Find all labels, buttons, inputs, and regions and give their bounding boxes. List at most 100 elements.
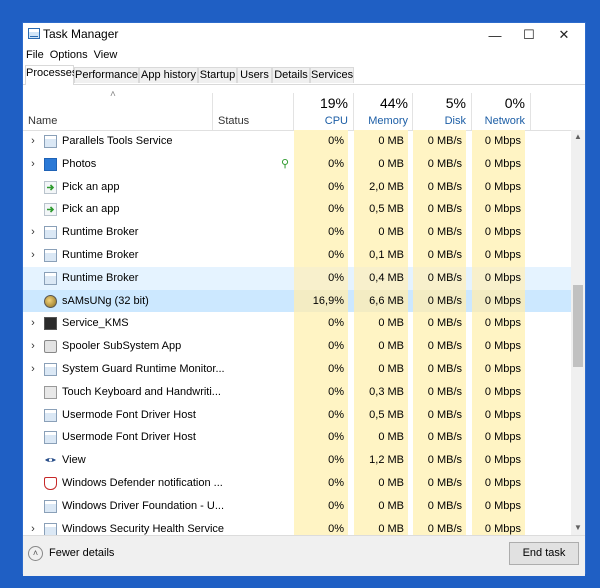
memory-value: 0 MB [378,157,404,170]
process-row[interactable]: sAMsUNg (32 bit) 16,9% 6,6 MB 0 MB/s 0 Mbps [23,289,571,313]
window-title: Task Manager [43,27,119,41]
tab-startup[interactable]: Startup [198,67,237,83]
process-row[interactable]: Touch Keyboard and Handwriti... 0% 0,3 MB 0… [23,380,571,404]
network-value: 0 Mbps [484,249,521,261]
network-value: 0 Mbps [484,522,521,535]
expand-chevron-icon[interactable]: › [29,358,37,381]
process-row[interactable]: Pick an app 0% 0,5 MB 0 MB/s 0 Mbps [23,198,571,222]
scroll-down-icon[interactable]: ▼ [571,521,585,535]
console-icon [44,317,57,331]
memory-value: 0 MB [378,477,404,489]
tab-services[interactable]: Services [310,67,354,83]
suspended-leaf-icon: ⚲ [281,157,290,170]
process-row[interactable]: Windows Driver Foundation - U... 0% 0 MB 0 … [23,494,571,518]
expand-chevron-icon[interactable]: › [29,130,37,153]
column-divider [530,93,531,130]
sort-caret-icon: ˄ [110,89,116,100]
menu-options[interactable]: Options [47,47,91,65]
process-name: View [62,454,86,467]
memory-value: 0,5 MB [369,408,404,421]
tab-details[interactable]: Details [272,67,310,83]
fewer-details-link[interactable]: Fewer details [49,547,114,559]
process-name: System Guard Runtime Monitor... [62,363,225,375]
maximize-button[interactable]: ☐ [512,23,546,47]
process-name: Usermode Font Driver Host [62,408,196,421]
expand-chevron-icon[interactable]: › [29,518,37,535]
footer-bar: ˄ Fewer details End task [23,535,585,576]
process-name: Runtime Broker [62,271,139,284]
menu-view[interactable]: View [91,47,121,65]
column-memory[interactable]: Memory [354,115,408,127]
disk-value: 0 MB/s [427,203,462,216]
service-icon [44,499,57,513]
close-button[interactable]: ✕ [547,23,581,47]
memory-value: 2,0 MB [369,180,404,193]
expand-chevron-icon[interactable]: › [29,335,37,358]
service-icon [44,135,57,148]
scrollbar-thumb[interactable] [573,285,583,367]
process-name: Windows Driver Foundation - U... [62,499,224,512]
scroll-up-icon[interactable]: ▲ [571,130,585,144]
minimize-button[interactable]: — [478,23,512,47]
process-row[interactable]: Usermode Font Driver Host 0% 0 MB 0 MB/s 0 M… [23,426,571,450]
network-value: 0 Mbps [484,408,521,421]
process-row[interactable]: › Service_KMS 0% 0 MB 0 MB/s 0 Mbps [23,312,571,336]
vertical-scrollbar[interactable]: ▲ ▼ [571,130,585,535]
process-name: Service_KMS [62,317,129,330]
column-network[interactable]: Network [472,115,525,127]
disk-value: 0 MB/s [427,180,462,193]
keyboard-icon [44,385,57,399]
network-value: 0 Mbps [484,203,521,216]
process-row[interactable]: Windows Defender notification ... 0% 0 MB 0… [23,472,571,495]
tab-performance[interactable]: Performance [74,67,139,83]
process-row[interactable]: View 0% 1,2 MB 0 MB/s 0 Mbps [23,449,571,472]
process-name: Spooler SubSystem App [62,340,182,353]
process-row[interactable]: › Photos ⚲ 0% 0 MB 0 MB/s 0 Mbps [23,152,571,176]
process-row[interactable]: › Parallels Tools Service 0% 0 MB 0 MB/s 0 Mb… [23,130,571,153]
column-cpu[interactable]: CPU [294,115,348,127]
task-manager-window: Task Manager — ☐ ✕ File Options View Pro… [22,22,586,576]
tab-users[interactable]: Users [237,67,272,83]
tab-processes[interactable]: Processes [25,65,77,85]
memory-value: 0,3 MB [369,385,404,398]
process-row[interactable]: Usermode Font Driver Host 0% 0,5 MB 0 MB/s 0… [23,403,571,427]
cpu-value: 0% [328,431,344,444]
menu-bar: File Options View [23,47,120,65]
column-disk[interactable]: Disk [413,115,466,127]
disk-value: 0 MB/s [427,477,462,489]
network-value: 0 Mbps [484,226,521,239]
process-row[interactable]: › Runtime Broker 0% 0,1 MB 0 MB/s 0 Mbps [23,244,571,267]
service-icon [44,522,57,535]
process-row[interactable]: › Spooler SubSystem App 0% 0 MB 0 MB/s 0 Mbps [23,335,571,358]
disk-value: 0 MB/s [427,340,462,353]
process-row[interactable]: › Runtime Broker 0% 0 MB 0 MB/s 0 Mbps [23,221,571,244]
process-row[interactable]: › Windows Security Health Service 0% 0 MB 0 … [23,517,571,535]
cpu-value: 0% [328,340,344,353]
memory-value: 0 MB [378,363,404,375]
service-icon [44,249,57,262]
process-name: Usermode Font Driver Host [62,431,196,444]
expand-chevron-icon[interactable]: › [29,244,37,267]
process-row[interactable]: Runtime Broker 0% 0,4 MB 0 MB/s 0 Mbps [23,266,571,290]
cpu-total: 19% [319,95,348,111]
end-task-button[interactable]: End task [509,542,579,565]
disk-value: 0 MB/s [427,226,462,239]
expand-chevron-icon[interactable]: › [29,312,37,335]
process-row[interactable]: › System Guard Runtime Monitor... 0% 0 MB 0 … [23,358,571,381]
title-bar: Task Manager — ☐ ✕ [23,23,585,47]
pick-app-icon [44,180,57,194]
expand-chevron-icon[interactable]: › [29,153,37,176]
expand-chevron-icon[interactable]: › [29,221,37,244]
column-name[interactable]: Name [28,115,57,127]
tab-app-history[interactable]: App history [139,67,198,83]
column-divider [212,93,213,130]
process-name: Pick an app [62,203,120,216]
column-status[interactable]: Status [218,115,249,127]
process-row[interactable]: Pick an app 0% 2,0 MB 0 MB/s 0 Mbps [23,175,571,199]
menu-file[interactable]: File [23,47,47,65]
chevron-up-icon[interactable]: ˄ [28,546,43,561]
cpu-value: 0% [328,522,344,535]
disk-value: 0 MB/s [427,317,462,330]
network-value: 0 Mbps [484,385,521,398]
memory-value: 0 MB [378,317,404,330]
